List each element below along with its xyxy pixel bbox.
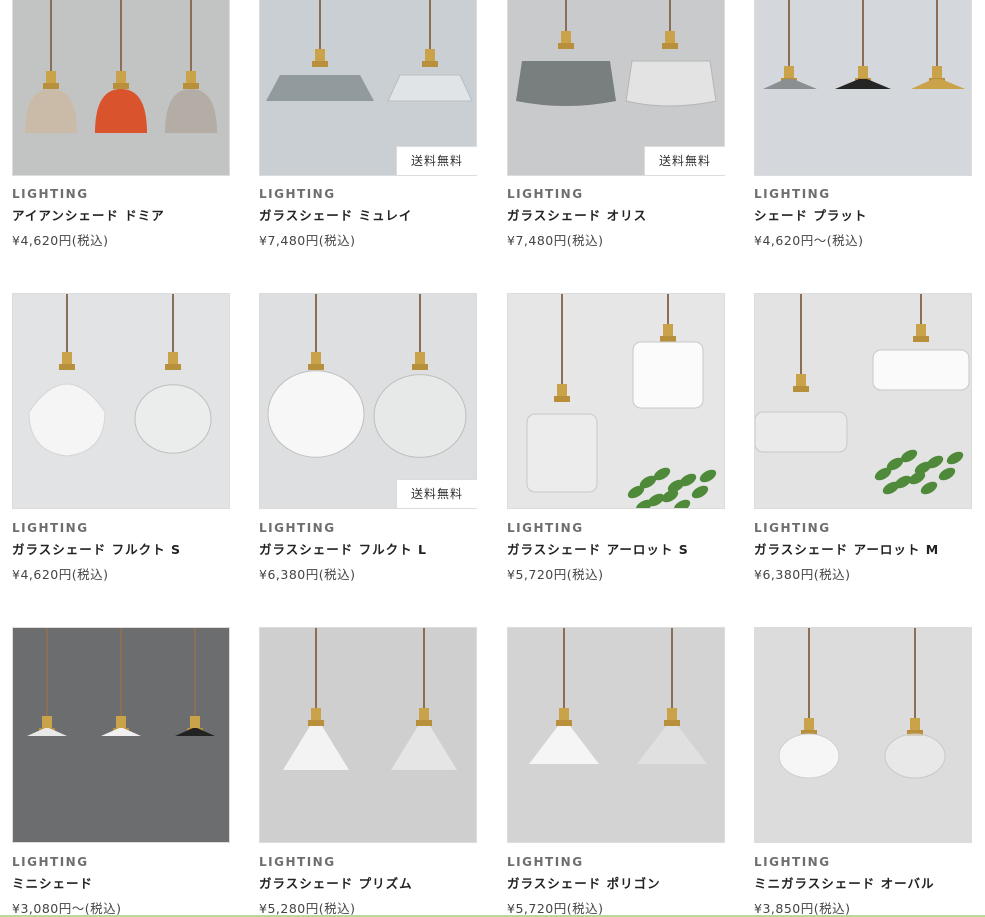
product-category: LIGHTING: [754, 187, 831, 201]
pendant-lamp-photo: [260, 294, 476, 508]
product-image[interactable]: [12, 0, 230, 176]
product-name[interactable]: ガラスシェード オリス: [507, 205, 647, 224]
product-category: LIGHTING: [12, 521, 89, 535]
product-category: LIGHTING: [259, 855, 336, 869]
product-category: LIGHTING: [507, 855, 584, 869]
pendant-lamp-photo: [508, 294, 724, 508]
free-shipping-badge: 送料無料: [396, 479, 477, 508]
product-category: LIGHTING: [507, 187, 584, 201]
product-image[interactable]: [754, 627, 972, 843]
product-category: LIGHTING: [507, 521, 584, 535]
product-name[interactable]: ミニシェード: [12, 873, 93, 892]
product-price: ¥4,620円〜(税込): [754, 233, 864, 248]
product-price: ¥4,620円(税込): [12, 233, 109, 248]
free-shipping-badge: 送料無料: [644, 146, 725, 175]
product-name[interactable]: ガラスシェード アーロット M: [754, 539, 939, 558]
product-name[interactable]: ガラスシェード アーロット S: [507, 539, 689, 558]
product-price: ¥5,720円(税込): [507, 567, 604, 582]
pendant-lamp-photo: [260, 628, 476, 842]
pendant-lamp-photo: [13, 628, 229, 842]
product-category: LIGHTING: [754, 855, 831, 869]
product-category: LIGHTING: [259, 521, 336, 535]
product-image[interactable]: [507, 293, 725, 509]
pendant-lamp-photo: [13, 0, 229, 175]
pendant-lamp-photo: [755, 0, 971, 175]
product-category: LIGHTING: [259, 187, 336, 201]
product-category: LIGHTING: [12, 187, 89, 201]
product-name[interactable]: ガラスシェード ポリゴン: [507, 873, 661, 892]
product-image[interactable]: [754, 293, 972, 509]
pendant-lamp-photo: [13, 294, 229, 508]
product-image[interactable]: [259, 293, 477, 509]
product-name[interactable]: ミニガラスシェード オーバル: [754, 873, 934, 892]
product-grid: LIGHTING アイアンシェード ドミア ¥4,620円(税込) 送料無料 L…: [0, 0, 985, 917]
free-shipping-badge: 送料無料: [396, 146, 477, 175]
product-price: ¥7,480円(税込): [507, 233, 604, 248]
product-image[interactable]: [507, 627, 725, 843]
product-image[interactable]: [12, 627, 230, 843]
product-name[interactable]: ガラスシェード ミュレイ: [259, 205, 412, 224]
product-image[interactable]: [259, 627, 477, 843]
product-image[interactable]: [754, 0, 972, 176]
product-price: ¥4,620円(税込): [12, 567, 109, 582]
product-image[interactable]: [12, 293, 230, 509]
product-price: ¥6,380円(税込): [754, 567, 851, 582]
pendant-lamp-photo: [508, 628, 724, 842]
product-name[interactable]: ガラスシェード フルクト S: [12, 539, 181, 558]
pendant-lamp-photo: [755, 628, 971, 842]
pendant-lamp-photo: [755, 294, 971, 508]
product-name[interactable]: ガラスシェード フルクト L: [259, 539, 427, 558]
product-category: LIGHTING: [754, 521, 831, 535]
product-name[interactable]: アイアンシェード ドミア: [12, 205, 165, 224]
product-category: LIGHTING: [12, 855, 89, 869]
product-name[interactable]: シェード プラット: [754, 205, 867, 224]
product-price: ¥7,480円(税込): [259, 233, 356, 248]
product-price: ¥6,380円(税込): [259, 567, 356, 582]
product-name[interactable]: ガラスシェード プリズム: [259, 873, 413, 892]
